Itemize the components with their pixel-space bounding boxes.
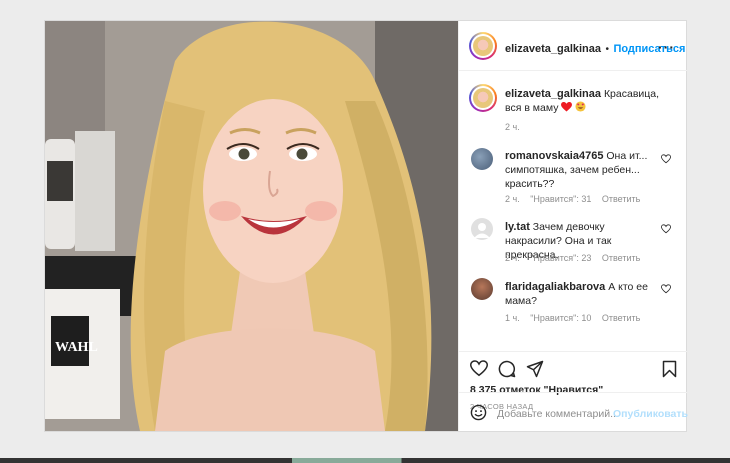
comment-input[interactable]: Добавьте комментарий... [497, 408, 619, 420]
emoji-icon[interactable] [470, 404, 487, 421]
comment-likes[interactable]: "Нравится": 23 [530, 253, 591, 263]
share-icon[interactable] [526, 360, 544, 378]
caption: elizaveta_galkinaa Красавица, вся в маму [505, 87, 675, 115]
post-header: elizaveta_galkinaa • Подписаться ··· [459, 21, 687, 71]
comment-time: 2 ч. [505, 253, 520, 263]
taskbar-strip [0, 458, 730, 463]
comment-username[interactable]: flaridagaliakbarova [505, 281, 605, 293]
comment-like-icon[interactable] [661, 154, 671, 164]
heart-eyes-emoji-icon [575, 101, 586, 112]
comment-likes[interactable]: "Нравится": 31 [530, 194, 591, 204]
comment-likes[interactable]: "Нравится": 10 [530, 313, 591, 323]
more-options-icon[interactable]: ··· [658, 39, 675, 55]
author-username[interactable]: elizaveta_galkinaa [505, 43, 601, 55]
comment-meta: 1 ч. "Нравится": 10 Ответить [505, 313, 648, 323]
reply-button[interactable]: Ответить [602, 194, 640, 204]
comment-icon[interactable] [498, 360, 516, 378]
publish-button[interactable]: Опубликовать [613, 408, 688, 420]
add-comment-bar: Добавьте комментарий... Опубликовать [459, 392, 688, 431]
comment-avatar[interactable] [471, 148, 493, 170]
comment-like-icon[interactable] [661, 224, 671, 234]
header-separator: • [605, 44, 609, 55]
comment-time: 1 ч. [505, 313, 520, 323]
heart-icon[interactable] [470, 360, 488, 377]
caption-username[interactable]: elizaveta_galkinaa [505, 88, 601, 100]
comment-username[interactable]: romanovskaia4765 [505, 150, 603, 162]
post-side-panel: elizaveta_galkinaa • Подписаться ··· eli… [458, 21, 688, 431]
author-avatar[interactable] [469, 32, 497, 60]
comment-meta: 2 ч. "Нравится": 31 Ответить [505, 194, 648, 204]
package-label: WAHL [55, 340, 98, 355]
comment-like-icon[interactable] [661, 284, 671, 294]
post-modal: WAHL elizaveta_galkinaa • Подписаться ··… [44, 20, 688, 432]
comment-username[interactable]: ly.tat [505, 221, 530, 233]
red-heart-emoji-icon [561, 102, 573, 112]
comment-avatar[interactable] [471, 278, 493, 300]
caption-avatar[interactable] [469, 84, 497, 112]
comment-time: 2 ч. [505, 194, 520, 204]
caption-time: 2 ч. [505, 122, 520, 132]
comment-item: flaridagaliakbarova А кто ее мама? [505, 280, 655, 308]
bookmark-icon[interactable] [662, 360, 677, 378]
photo-illustration: WAHL [45, 21, 458, 431]
post-photo[interactable]: WAHL [45, 21, 458, 431]
comment-meta: 2 ч. "Нравится": 23 Ответить [505, 253, 648, 263]
comment-item: romanovskaia4765 Она ит... симпотяшка, з… [505, 149, 655, 191]
comment-avatar[interactable] [471, 218, 493, 240]
reply-button[interactable]: Ответить [602, 313, 640, 323]
reply-button[interactable]: Ответить [602, 253, 640, 263]
